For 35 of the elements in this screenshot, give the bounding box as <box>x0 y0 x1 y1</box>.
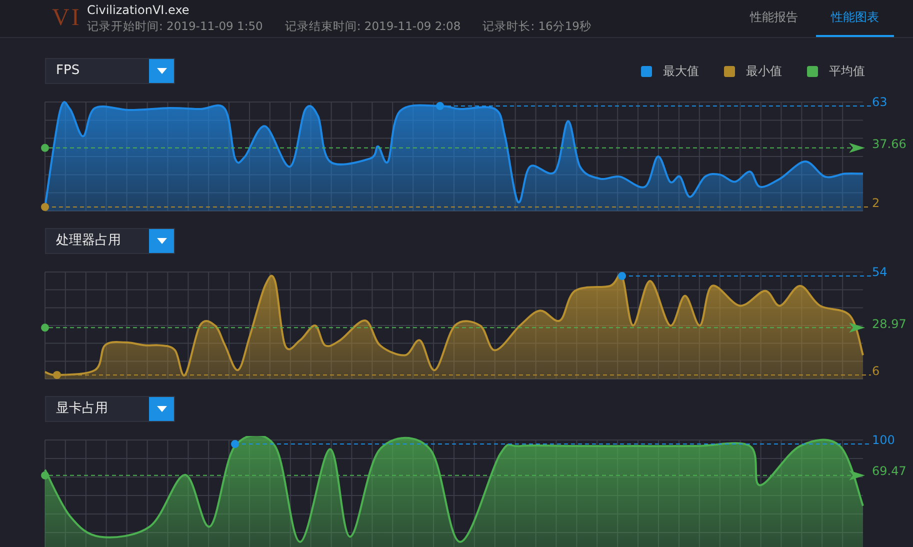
axis-value: 63 <box>872 94 888 110</box>
max-point <box>231 440 239 448</box>
axis-value: 28.97 <box>872 316 906 332</box>
chart-selector[interactable]: 显卡占用 <box>45 396 175 422</box>
legend-label: 最小值 <box>746 62 782 80</box>
min-point <box>41 203 49 211</box>
tab[interactable]: 性能报告 <box>732 0 816 37</box>
dropdown-button[interactable] <box>149 397 174 421</box>
record-info: 记录开始时间: 2019-11-09 1:50 <box>87 18 263 34</box>
legend-label: 最大值 <box>663 62 699 80</box>
legend-label: 平均值 <box>829 62 865 80</box>
caret-icon <box>156 406 166 412</box>
chart-selector[interactable]: FPS <box>45 58 175 84</box>
max-point <box>618 272 626 280</box>
dropdown-button[interactable] <box>149 229 174 253</box>
axis-value: 100 <box>872 432 895 448</box>
axis-value: 37.66 <box>872 136 906 152</box>
average-point <box>41 471 49 480</box>
record-info: 记录结束时间: 2019-11-09 2:08 <box>284 18 461 34</box>
max-point <box>436 102 444 110</box>
axis-value: 54 <box>872 264 888 280</box>
average-point <box>41 144 49 152</box>
app-logo: VI <box>52 5 80 32</box>
min-point <box>53 371 61 379</box>
app-title: CivilizationVI.exe <box>87 3 190 18</box>
record-info: 记录时长: 16分19秒 <box>482 18 592 34</box>
axis-value: 2 <box>872 195 880 211</box>
average-point <box>41 324 49 332</box>
axis-value: 6 <box>872 363 880 379</box>
chart-selector[interactable]: 处理器占用 <box>45 228 175 254</box>
caret-icon <box>156 238 166 244</box>
tab[interactable]: 性能图表 <box>816 0 894 37</box>
axis-value: 69.47 <box>872 463 906 480</box>
dropdown-button[interactable] <box>149 59 174 83</box>
caret-icon <box>156 68 166 74</box>
